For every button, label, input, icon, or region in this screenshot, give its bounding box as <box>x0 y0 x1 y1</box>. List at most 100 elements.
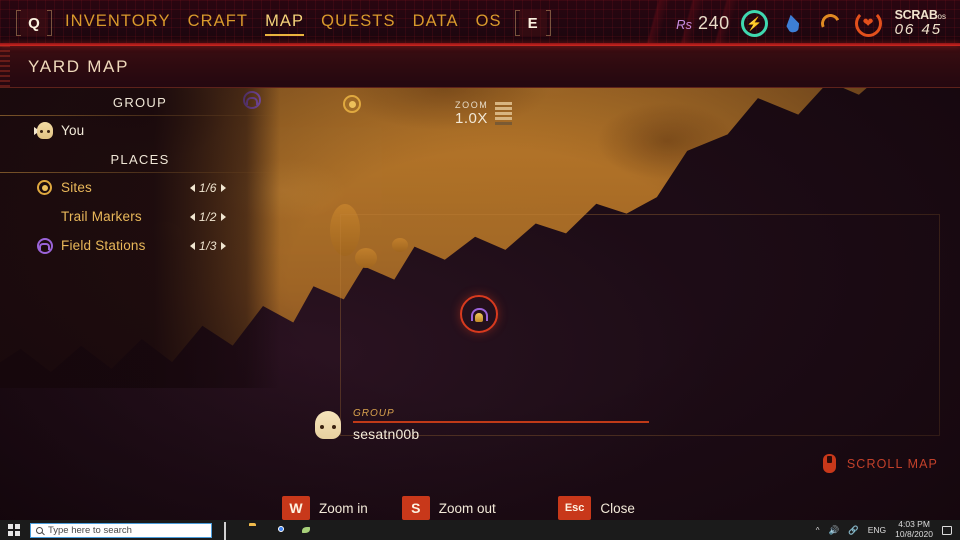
tab-craft[interactable]: CRAFT <box>188 12 249 34</box>
hint-label: Zoom out <box>438 500 496 516</box>
sidebar-item-field-stations[interactable]: Field Stations 1/3 <box>0 231 280 260</box>
map-terrain-blob <box>392 238 408 252</box>
trail-markers-pager[interactable]: 1/2 <box>190 210 226 224</box>
hint-label: Zoom in <box>319 500 368 516</box>
status-hud: Rs 240 ⚡ ❤ SCRABos 06 45 <box>676 0 946 46</box>
field-stations-counter: 1/3 <box>199 238 217 253</box>
tab-data[interactable]: DATA <box>413 12 459 34</box>
chrome-icon[interactable] <box>274 523 289 538</box>
player-marker[interactable] <box>460 295 498 333</box>
currency-symbol: Rs <box>676 16 693 32</box>
sidebar-item-you[interactable]: You <box>0 116 280 145</box>
sidebar-item-label: Trail Markers <box>61 209 142 224</box>
map-terrain-blob <box>330 204 360 256</box>
map-zoom-indicator: ZOOM 1.0X <box>455 100 513 128</box>
places-section-header: PLACES <box>0 145 280 173</box>
hint-close[interactable]: Esc Close <box>557 496 635 520</box>
os-brand: SCRABos 06 45 <box>895 8 946 38</box>
system-tray: ^ 🔊 🔗 ENG 4:03 PM 10/8/2020 <box>816 520 960 539</box>
tab-quests[interactable]: QUESTS <box>321 12 395 34</box>
tab-inventory[interactable]: INVENTORY <box>65 12 171 34</box>
map-legend-sidebar: GROUP You PLACES Sites 1/6 Trail Markers… <box>0 88 280 388</box>
sites-pager[interactable]: 1/6 <box>190 181 226 195</box>
food-stat-icon <box>817 10 844 37</box>
hint-zoom-in[interactable]: W Zoom in <box>282 496 368 520</box>
player-arch-icon <box>469 304 489 324</box>
network-icon[interactable]: 🔗 <box>848 525 859 536</box>
entity-name: sesatn00b <box>353 426 420 442</box>
zoom-label: ZOOM <box>455 100 489 110</box>
search-placeholder: Type here to search <box>48 524 132 536</box>
droplet-icon <box>784 13 800 33</box>
selected-entity-panel: GROUP sesatn00b <box>315 404 660 446</box>
sidebar-item-label: Sites <box>61 180 93 195</box>
group-section-header: GROUP <box>0 88 280 116</box>
divider <box>353 421 649 423</box>
brand-name: SCRABos <box>895 8 946 22</box>
avatar <box>315 411 341 439</box>
player-selection-ring <box>460 295 498 333</box>
hint-zoom-out[interactable]: S Zoom out <box>401 496 496 520</box>
mouse-icon <box>822 454 836 473</box>
prev-arrow-icon[interactable] <box>190 183 195 192</box>
energy-stat-icon: ⚡ <box>740 9 768 37</box>
sidebar-item-label: Field Stations <box>61 238 146 253</box>
water-stat-icon <box>779 10 806 37</box>
key-w: W <box>282 496 310 520</box>
search-input[interactable]: Type here to search <box>30 522 212 538</box>
site-icon <box>36 179 53 196</box>
currency-display: Rs 240 <box>676 13 729 34</box>
language-indicator[interactable]: ENG <box>868 525 886 535</box>
trail-marker-icon <box>36 208 53 225</box>
scroll-map-hint: SCROLL MAP <box>822 454 938 473</box>
next-arrow-icon[interactable] <box>220 212 226 221</box>
top-navigation-bar: Q INVENTORY CRAFT MAP QUESTS DATA OS E R… <box>0 0 960 46</box>
page-title: YARD MAP <box>28 56 130 76</box>
zoom-value: 1.0X <box>455 110 488 127</box>
file-explorer-icon[interactable] <box>249 523 264 538</box>
head-icon <box>36 122 53 139</box>
map-terrain-blob <box>355 248 377 268</box>
volume-icon[interactable]: 🔊 <box>829 525 840 536</box>
entity-kind-label: GROUP <box>353 408 395 419</box>
tab-map[interactable]: MAP <box>265 12 305 36</box>
taskbar-icons <box>224 521 314 540</box>
heart-icon: ❤ <box>862 15 874 30</box>
windows-logo-icon <box>8 524 20 536</box>
prev-arrow-icon[interactable] <box>190 241 195 250</box>
sidebar-item-trail-markers[interactable]: Trail Markers 1/2 <box>0 202 280 231</box>
trail-markers-counter: 1/2 <box>199 209 217 224</box>
task-view-button[interactable] <box>224 521 239 540</box>
prev-arrow-icon[interactable] <box>190 212 195 221</box>
game-app-icon[interactable] <box>299 523 314 538</box>
field-stations-pager[interactable]: 1/3 <box>190 239 226 253</box>
notifications-icon[interactable] <box>942 525 952 535</box>
sidebar-item-label: You <box>61 123 85 138</box>
page-title-bar: YARD MAP <box>0 46 960 88</box>
sidebar-item-sites[interactable]: Sites 1/6 <box>0 173 280 202</box>
zoom-level-bars <box>495 102 513 125</box>
game-clock: 06 45 <box>894 21 943 39</box>
next-tab-key-e[interactable]: E <box>514 10 551 36</box>
start-button[interactable] <box>0 520 28 540</box>
show-hidden-icons-icon[interactable]: ^ <box>816 526 820 535</box>
tab-os[interactable]: OS <box>476 12 502 34</box>
sites-counter: 1/6 <box>199 180 217 195</box>
currency-amount: 240 <box>698 12 730 33</box>
game-screen: ZOOM 1.0X GROUP You PLACES Sites 1/6 Tra… <box>0 0 960 520</box>
prev-tab-key-q[interactable]: Q <box>16 10 52 36</box>
next-arrow-icon[interactable] <box>220 183 226 192</box>
brand-suffix: os <box>937 12 946 22</box>
next-arrow-icon[interactable] <box>220 241 226 250</box>
food-arc-icon <box>817 10 843 36</box>
main-menu: Q INVENTORY CRAFT MAP QUESTS DATA OS E <box>16 0 551 46</box>
windows-taskbar: Type here to search ^ 🔊 🔗 ENG 4:03 PM 10… <box>0 520 960 540</box>
brand-text: SCRAB <box>894 8 938 23</box>
clock: 4:03 PM 10/8/2020 <box>895 520 933 539</box>
hint-label: Close <box>600 500 635 516</box>
health-stat-icon: ❤ <box>854 9 882 37</box>
key-esc: Esc <box>557 496 592 520</box>
arch-icon <box>36 237 53 254</box>
taskbar-date[interactable]: 10/8/2020 <box>895 529 933 540</box>
site-marker[interactable] <box>343 95 361 113</box>
